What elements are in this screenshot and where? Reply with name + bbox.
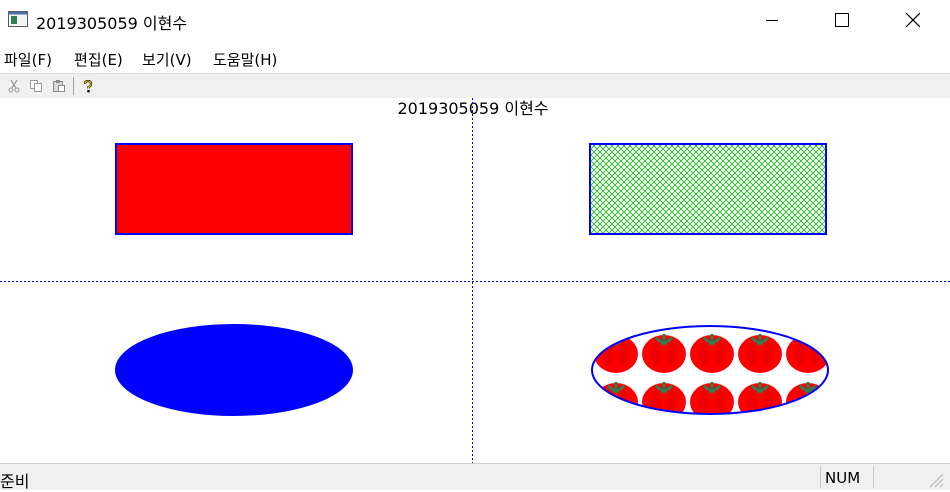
window-title: 2019305059 이현수: [36, 14, 188, 33]
copy-button[interactable]: [27, 77, 45, 95]
cut-button[interactable]: [5, 77, 23, 95]
status-pane-empty: [873, 466, 914, 488]
menu-view[interactable]: 보기(V): [142, 49, 192, 70]
paste-icon: [53, 80, 65, 92]
status-ready: 준비: [0, 472, 30, 491]
red-rectangle: [115, 143, 353, 235]
tomato-ellipse: [591, 325, 829, 415]
paste-button[interactable]: [50, 77, 68, 95]
help-button[interactable]: [79, 77, 97, 95]
close-button[interactable]: [878, 0, 948, 40]
num-lock-label: NUM: [825, 469, 861, 487]
menu-file[interactable]: 파일(F): [4, 49, 52, 70]
menu-edit[interactable]: 편집(E): [74, 49, 123, 70]
copy-icon: [30, 80, 42, 92]
maximize-icon: [835, 13, 849, 27]
toolbar: [0, 73, 950, 99]
blue-ellipse: [115, 324, 353, 416]
resize-grip[interactable]: [916, 466, 946, 488]
client-area[interactable]: 2019305059 이현수: [0, 98, 950, 463]
toolbar-separator: [73, 77, 74, 95]
grip-icon: [929, 473, 944, 488]
title-bar[interactable]: 2019305059 이현수: [0, 0, 950, 40]
minimize-button[interactable]: [737, 0, 807, 40]
num-lock-indicator: NUM: [820, 466, 871, 488]
help-icon: [83, 79, 93, 93]
status-bar: 준비 NUM: [0, 463, 950, 491]
menu-bar: 파일(F) 편집(E) 보기(V) 도움말(H): [0, 44, 950, 72]
menu-help[interactable]: 도움말(H): [213, 49, 277, 70]
drawing-canvas: [0, 98, 950, 463]
app-icon[interactable]: [8, 11, 28, 27]
maximize-button[interactable]: [807, 0, 877, 40]
minimize-icon: [766, 20, 778, 21]
cut-icon: [8, 79, 20, 93]
close-icon: [906, 13, 920, 27]
